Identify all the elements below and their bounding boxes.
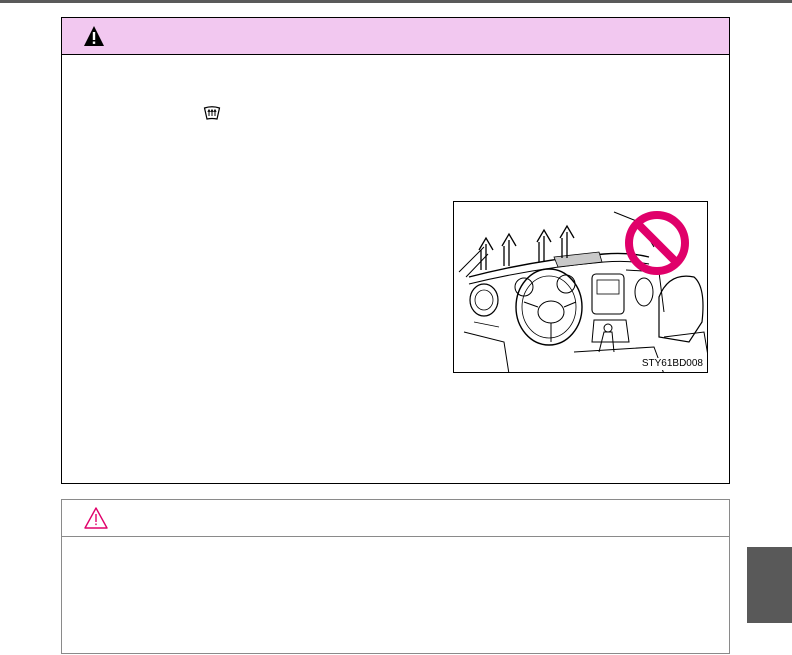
up-arrow-icon <box>501 232 517 266</box>
chapter-side-tab <box>747 547 792 623</box>
notice-header <box>62 500 729 537</box>
warning-triangle-icon <box>84 26 104 46</box>
warning-header <box>62 18 729 55</box>
figure-code: STY61BD008 <box>640 358 704 370</box>
up-arrow-icon <box>478 236 494 270</box>
notice-box <box>61 499 730 654</box>
windshield-defogger-icon <box>203 106 221 120</box>
up-arrow-icon <box>559 224 575 258</box>
up-arrow-icon <box>536 228 552 262</box>
caution-triangle-icon <box>84 507 108 529</box>
top-rule <box>0 0 792 3</box>
prohibition-icon <box>625 211 689 275</box>
dashboard-illustration: STY61BD008 <box>453 201 708 373</box>
